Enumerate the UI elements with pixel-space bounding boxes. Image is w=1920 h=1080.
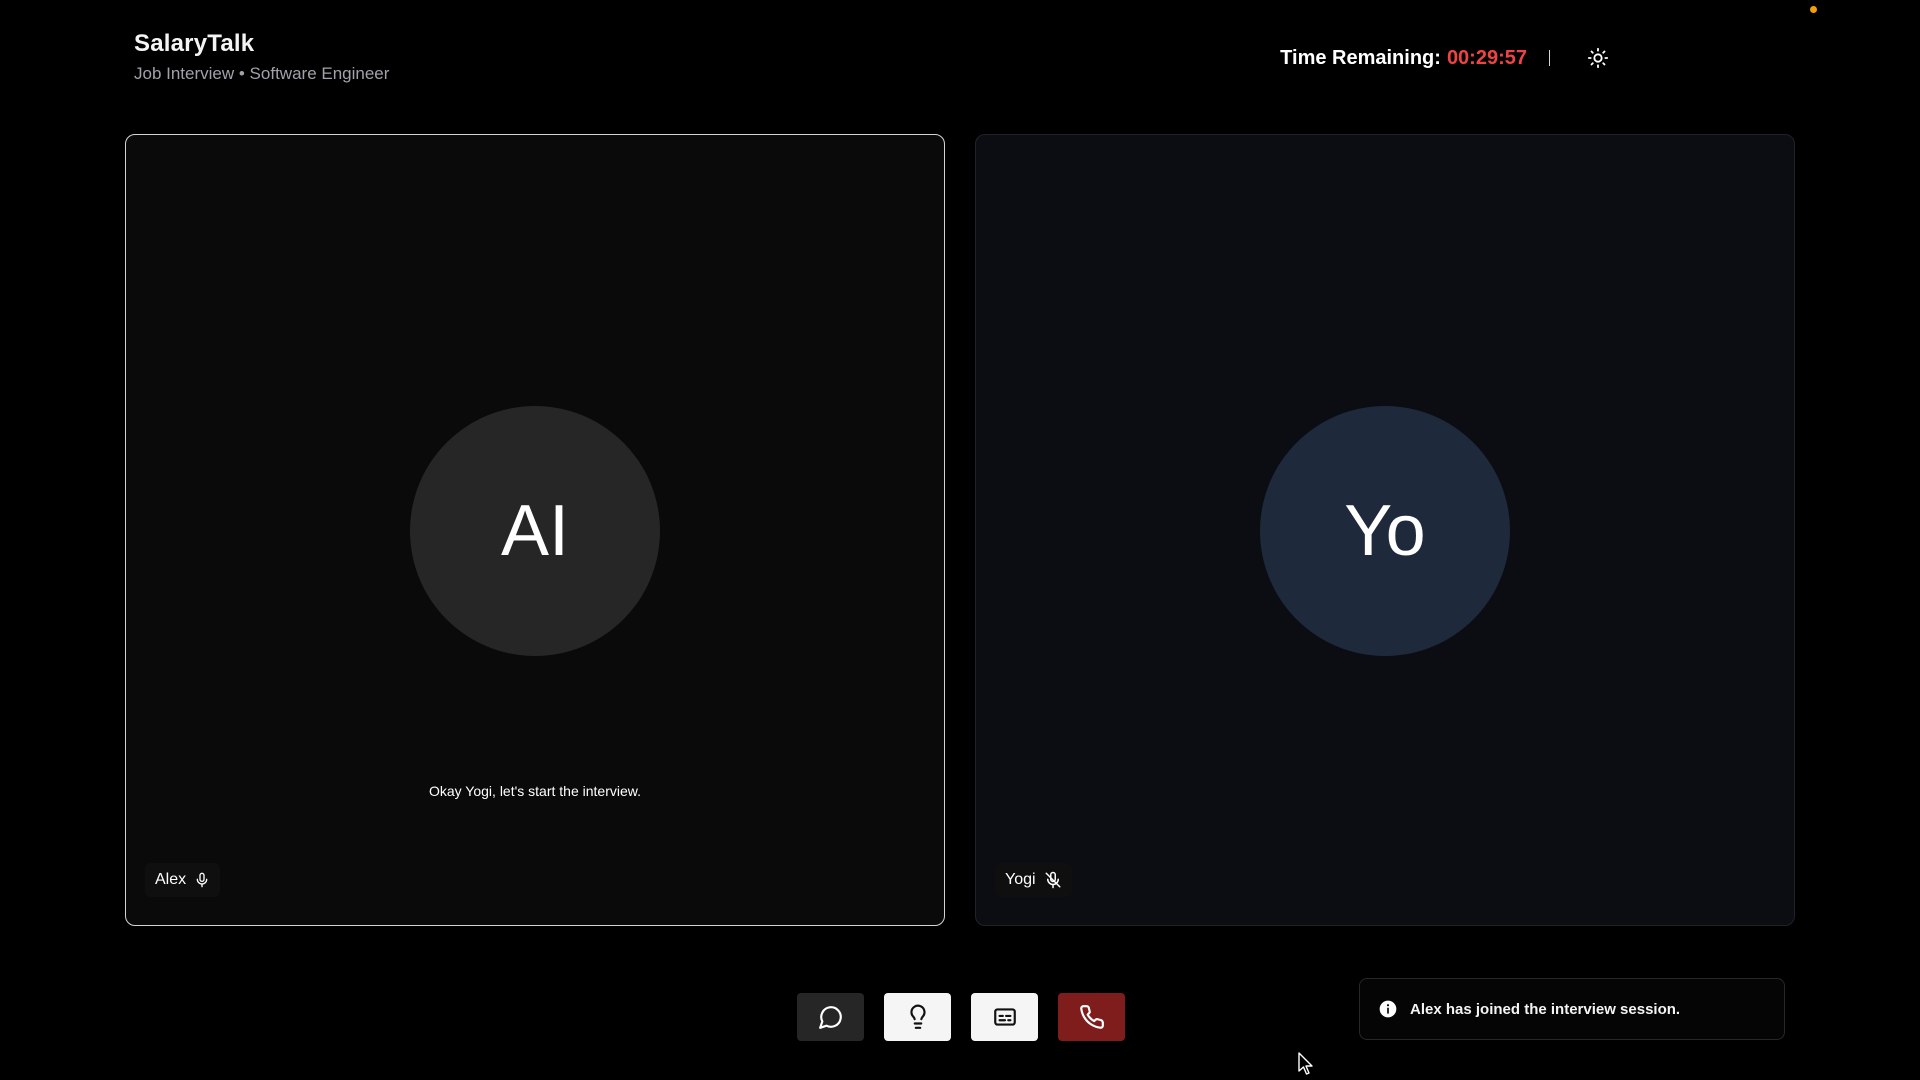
candidate-name: Yogi <box>1005 871 1036 888</box>
candidate-avatar: Yo <box>1260 406 1510 656</box>
interviewer-name-tag: Alex <box>145 863 221 897</box>
header-right: Time Remaining: 00:29:57 <box>1280 44 1612 72</box>
interviewer-name: Alex <box>155 871 187 888</box>
mic-off-icon <box>1045 871 1061 889</box>
app-title: SalaryTalk <box>134 30 255 57</box>
sun-icon <box>1587 47 1609 69</box>
timer-label: Time Remaining: <box>1280 46 1441 69</box>
interviewer-avatar: AI <box>410 406 660 656</box>
theme-toggle-button[interactable] <box>1584 44 1612 72</box>
captions-button[interactable] <box>971 993 1038 1041</box>
brand: SalaryTalk Job Interview • Software Engi… <box>134 30 389 84</box>
call-controls <box>797 993 1125 1041</box>
mouse-cursor-icon <box>1298 1052 1313 1075</box>
header-divider <box>1549 50 1550 66</box>
end-call-button[interactable] <box>1058 993 1125 1041</box>
interviewer-video-tile: AI Okay Yogi, let's start the interview.… <box>125 134 945 926</box>
live-caption: Okay Yogi, let's start the interview. <box>418 773 652 809</box>
interview-screen: SalaryTalk Job Interview • Software Engi… <box>0 0 1920 1080</box>
candidate-name-tag: Yogi <box>995 863 1072 897</box>
chat-icon <box>818 1006 842 1029</box>
hint-button[interactable] <box>884 993 951 1041</box>
lightbulb-icon <box>909 1004 926 1029</box>
candidate-video-tile: Yo Yogi <box>975 134 1795 926</box>
session-subtitle: Job Interview • Software Engineer <box>134 64 390 83</box>
notification-toast: Alex has joined the interview session. <box>1359 978 1785 1040</box>
chat-button[interactable] <box>797 993 864 1041</box>
captions-icon <box>993 1008 1016 1026</box>
status-dot <box>1810 6 1817 13</box>
timer-value: 00:29:57 <box>1446 46 1527 69</box>
phone-icon <box>1079 1005 1104 1029</box>
toast-message: Alex has joined the interview session. <box>1410 1000 1681 1018</box>
info-icon <box>1379 1000 1397 1018</box>
timer: Time Remaining: 00:29:57 <box>1280 47 1527 70</box>
mic-on-icon <box>196 872 208 888</box>
